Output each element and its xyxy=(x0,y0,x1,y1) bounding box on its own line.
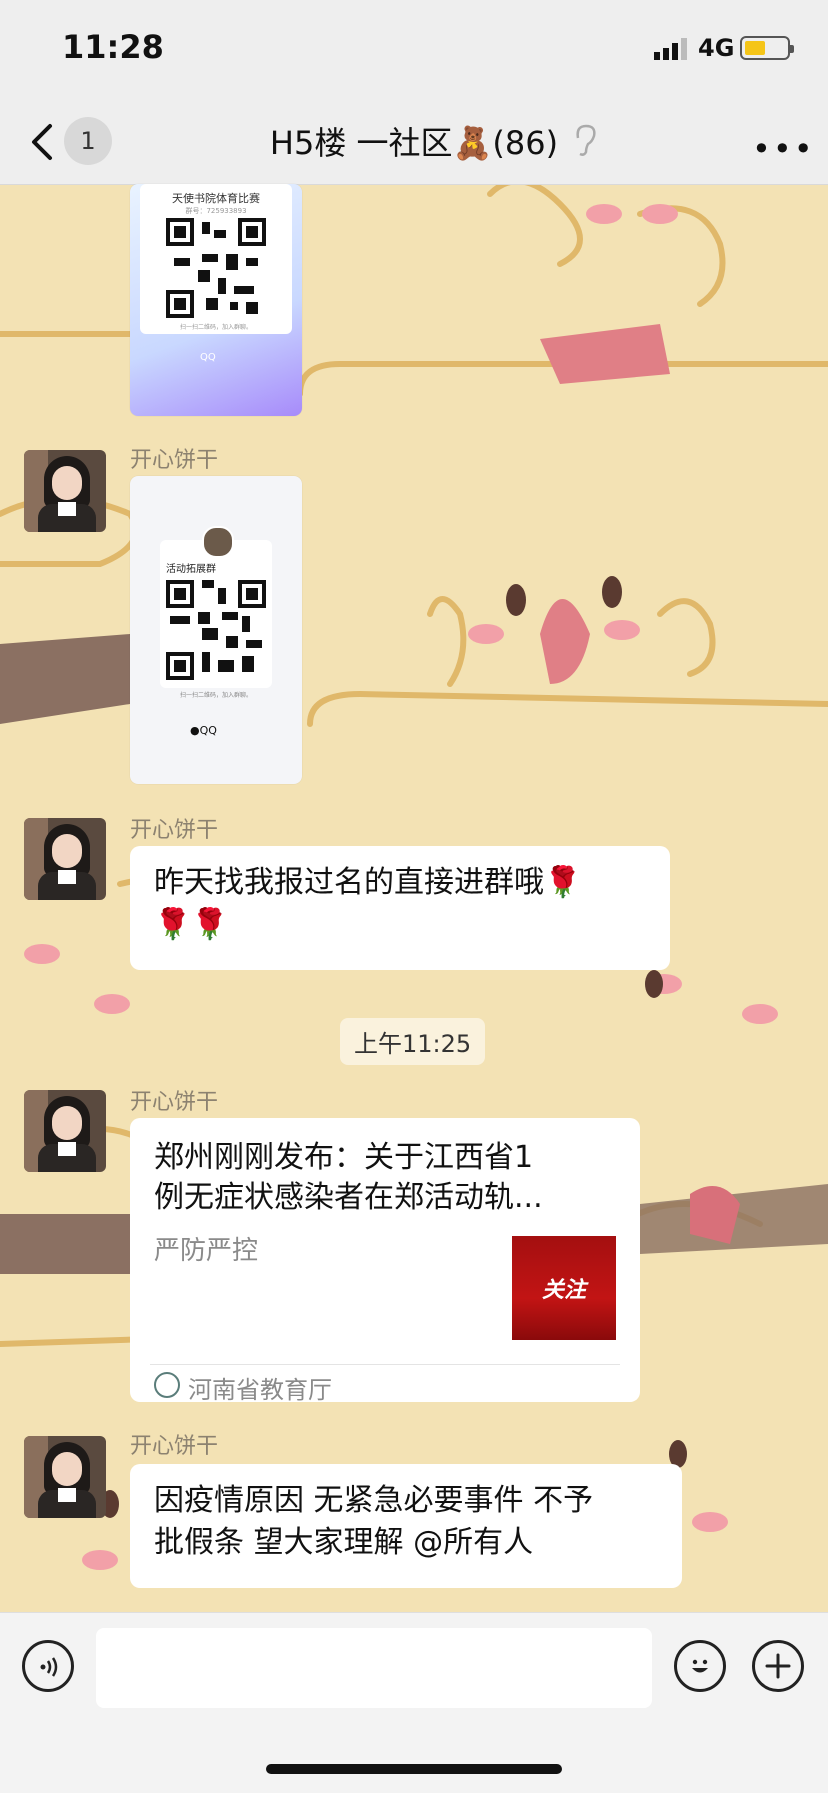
text-message-bubble[interactable]: 因疫情原因 无紧急必要事件 不予 批假条 望大家理解 @所有人 xyxy=(130,1464,682,1588)
group-avatar xyxy=(202,526,234,558)
signal-icon xyxy=(654,38,687,60)
status-time: 11:28 xyxy=(62,28,164,66)
avatar[interactable] xyxy=(24,818,106,900)
sender-name: 开心饼干 xyxy=(130,818,219,843)
ear-icon xyxy=(576,124,596,156)
message-line: 昨天找我报过名的直接进群哦🌹 xyxy=(154,865,582,900)
battery-icon xyxy=(740,36,794,60)
official-account-icon xyxy=(154,1372,180,1398)
chat-title: H5楼 一社区🧸(86) xyxy=(269,124,559,162)
qr-card-title: 天使书院体育比赛 xyxy=(172,192,260,205)
divider xyxy=(150,1364,620,1365)
qr-card-hint: 扫一扫二维码，加入群聊。 xyxy=(179,692,252,699)
article-thumbnail: 关注 xyxy=(512,1236,616,1340)
article-description: 严防严控 xyxy=(154,1236,259,1266)
qr-code xyxy=(166,580,266,680)
qq-brand-label: ●QQ xyxy=(190,724,217,737)
qr-card-title: 活动拓展群 xyxy=(166,564,216,575)
more-dots-icon[interactable]: ••• xyxy=(752,130,815,168)
message-line: 批假条 望大家理解 @所有人 xyxy=(154,1525,534,1560)
sender-name: 开心饼干 xyxy=(130,1090,219,1115)
avatar[interactable] xyxy=(24,1436,106,1518)
message-input[interactable] xyxy=(96,1628,652,1708)
network-label: 4G xyxy=(698,34,735,62)
home-indicator[interactable] xyxy=(266,1764,562,1774)
qr-card-subtitle: 群号：725933893 xyxy=(185,207,247,215)
qq-penguin-icon: ● xyxy=(190,724,200,737)
article-card-message[interactable]: 郑州刚刚发布：关于江西省1 例无症状感染者在郑活动轨... 严防严控 关注 河南… xyxy=(130,1118,640,1404)
text-message-bubble[interactable]: 昨天找我报过名的直接进群哦🌹 🌹🌹 xyxy=(130,846,670,970)
sender-name: 开心饼干 xyxy=(130,1434,219,1459)
article-source: 河南省教育厅 xyxy=(188,1376,332,1404)
voice-icon[interactable] xyxy=(22,1640,74,1692)
plus-icon[interactable] xyxy=(752,1640,804,1692)
qr-code xyxy=(166,218,266,318)
article-title: 郑州刚刚发布：关于江西省1 例无症状感染者在郑活动轨... xyxy=(154,1140,543,1215)
sender-name: 开心饼干 xyxy=(130,448,219,473)
plus-glyph-icon xyxy=(765,1653,791,1679)
avatar[interactable] xyxy=(24,1090,106,1172)
chat-timestamp: 上午11:25 xyxy=(340,1018,486,1065)
message-line: 🌹🌹 xyxy=(154,907,229,942)
smile-icon xyxy=(692,1659,708,1673)
voice-wave-icon xyxy=(40,1657,58,1677)
qr-card-hint: 扫一扫二维码，加入群聊。 xyxy=(179,324,252,331)
qq-brand-label: QQ xyxy=(200,352,216,363)
qr-card-message[interactable]: 活动拓展群 扫一扫二维码，加入群聊。 ●QQ xyxy=(130,476,302,784)
message-line: 因疫情原因 无紧急必要事件 不予 xyxy=(154,1483,594,1518)
qr-card-message[interactable]: 天使书院体育比赛 群号：725933893 扫一扫二维码，加入群聊。 QQ xyxy=(130,184,302,416)
avatar[interactable] xyxy=(24,450,106,532)
emoji-icon[interactable] xyxy=(674,1640,726,1692)
